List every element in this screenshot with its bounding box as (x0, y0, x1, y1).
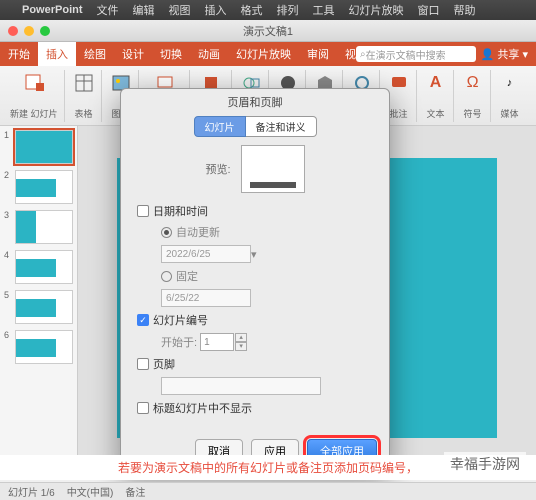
ribbon-text[interactable]: A文本 (419, 70, 454, 122)
ribbon-new-slide[interactable]: 新建 幻灯片 (4, 70, 65, 122)
auto-update-radio[interactable]: 自动更新 (161, 224, 373, 240)
tab-design[interactable]: 设计 (114, 42, 152, 66)
menu-edit[interactable]: 编辑 (133, 2, 155, 18)
status-lang: 中文(中国) (67, 484, 114, 499)
tab-slideshow[interactable]: 幻灯片放映 (228, 42, 299, 66)
new-slide-icon (23, 72, 45, 94)
thumb-1[interactable]: 1 (4, 130, 73, 164)
zoom-icon[interactable] (40, 26, 50, 36)
footer-input[interactable] (161, 377, 321, 395)
share-button[interactable]: 👤 共享 ▾ (481, 46, 528, 62)
slide-number-checkbox[interactable]: 幻灯片编号 (137, 312, 373, 328)
macos-menubar: PowerPoint 文件 编辑 视图 插入 格式 排列 工具 幻灯片放映 窗口… (0, 0, 536, 20)
dialog-tabs: 幻灯片 备注和讲义 (121, 116, 389, 137)
dialog-title: 页眉和页脚 (121, 89, 389, 112)
thumb-2[interactable]: 2 (4, 170, 73, 204)
tab-notes[interactable]: 备注和讲义 (246, 116, 317, 137)
footer-checkbox[interactable]: 页脚 (137, 356, 373, 372)
ribbon-table[interactable]: 表格 (67, 70, 102, 122)
watermark: 幸福手游网 (444, 452, 526, 476)
table-icon (73, 72, 95, 94)
thumb-3[interactable]: 3 (4, 210, 73, 244)
ribbon-tabbar: 开始 插入 绘图 设计 切换 动画 幻灯片放映 审阅 视图 ⌕ 在演示文稿中搜索… (0, 42, 536, 66)
minimize-icon[interactable] (24, 26, 34, 36)
comment-icon (388, 72, 410, 94)
ribbon-symbol[interactable]: Ω符号 (456, 70, 491, 122)
symbol-icon: Ω (462, 72, 484, 94)
tab-slide[interactable]: 幻灯片 (194, 116, 246, 137)
window-titlebar: 演示文稿1 (0, 20, 536, 42)
thumb-6[interactable]: 6 (4, 330, 73, 364)
fixed-date-input[interactable] (161, 289, 251, 307)
tab-insert[interactable]: 插入 (38, 42, 76, 66)
status-slide: 幻灯片 1/6 (8, 484, 55, 499)
traffic-lights (8, 26, 50, 36)
tab-animations[interactable]: 动画 (190, 42, 228, 66)
menu-help[interactable]: 帮助 (454, 2, 476, 18)
media-icon: ♪ (499, 72, 521, 94)
menu-format[interactable]: 格式 (241, 2, 263, 18)
status-bar: 幻灯片 1/6 中文(中国) 备注 (0, 482, 536, 500)
ribbon-media[interactable]: ♪媒体 (493, 70, 527, 122)
start-from-row: 开始于: 1 ▴▾ (161, 333, 373, 351)
slide-thumbnails[interactable]: 1 2 3 4 5 6 (0, 126, 78, 470)
preview-thumbnail (241, 145, 305, 193)
tab-home[interactable]: 开始 (0, 42, 38, 66)
search-input[interactable]: ⌕ 在演示文稿中搜索 (356, 46, 476, 62)
thumb-4[interactable]: 4 (4, 250, 73, 284)
tab-draw[interactable]: 绘图 (76, 42, 114, 66)
spin-down-icon[interactable]: ▾ (235, 342, 247, 351)
datetime-checkbox[interactable]: 日期和时间 (137, 203, 373, 219)
menu-insert[interactable]: 插入 (205, 2, 227, 18)
preview-area: 预览: (121, 145, 389, 193)
auto-date-select[interactable] (161, 245, 251, 263)
hide-on-title-checkbox[interactable]: 标题幻灯片中不显示 (137, 400, 373, 416)
status-notes[interactable]: 备注 (125, 484, 145, 499)
menu-slideshow[interactable]: 幻灯片放映 (349, 2, 404, 18)
menu-tools[interactable]: 工具 (313, 2, 335, 18)
preview-label: 预览: (205, 161, 230, 177)
header-footer-dialog: 页眉和页脚 幻灯片 备注和讲义 预览: 日期和时间 自动更新 ▾ 固定 幻灯片编… (120, 88, 390, 474)
menu-arrange[interactable]: 排列 (277, 2, 299, 18)
document-title: 演示文稿1 (243, 23, 293, 39)
app-name[interactable]: PowerPoint (22, 4, 83, 16)
start-from-input[interactable]: 1 (200, 333, 234, 351)
menu-file[interactable]: 文件 (97, 2, 119, 18)
tab-transitions[interactable]: 切换 (152, 42, 190, 66)
tab-review[interactable]: 审阅 (299, 42, 337, 66)
thumb-5[interactable]: 5 (4, 290, 73, 324)
spin-up-icon[interactable]: ▴ (235, 333, 247, 342)
menu-view[interactable]: 视图 (169, 2, 191, 18)
fixed-radio[interactable]: 固定 (161, 268, 373, 284)
text-icon: A (425, 72, 447, 94)
menu-window[interactable]: 窗口 (418, 2, 440, 18)
close-icon[interactable] (8, 26, 18, 36)
